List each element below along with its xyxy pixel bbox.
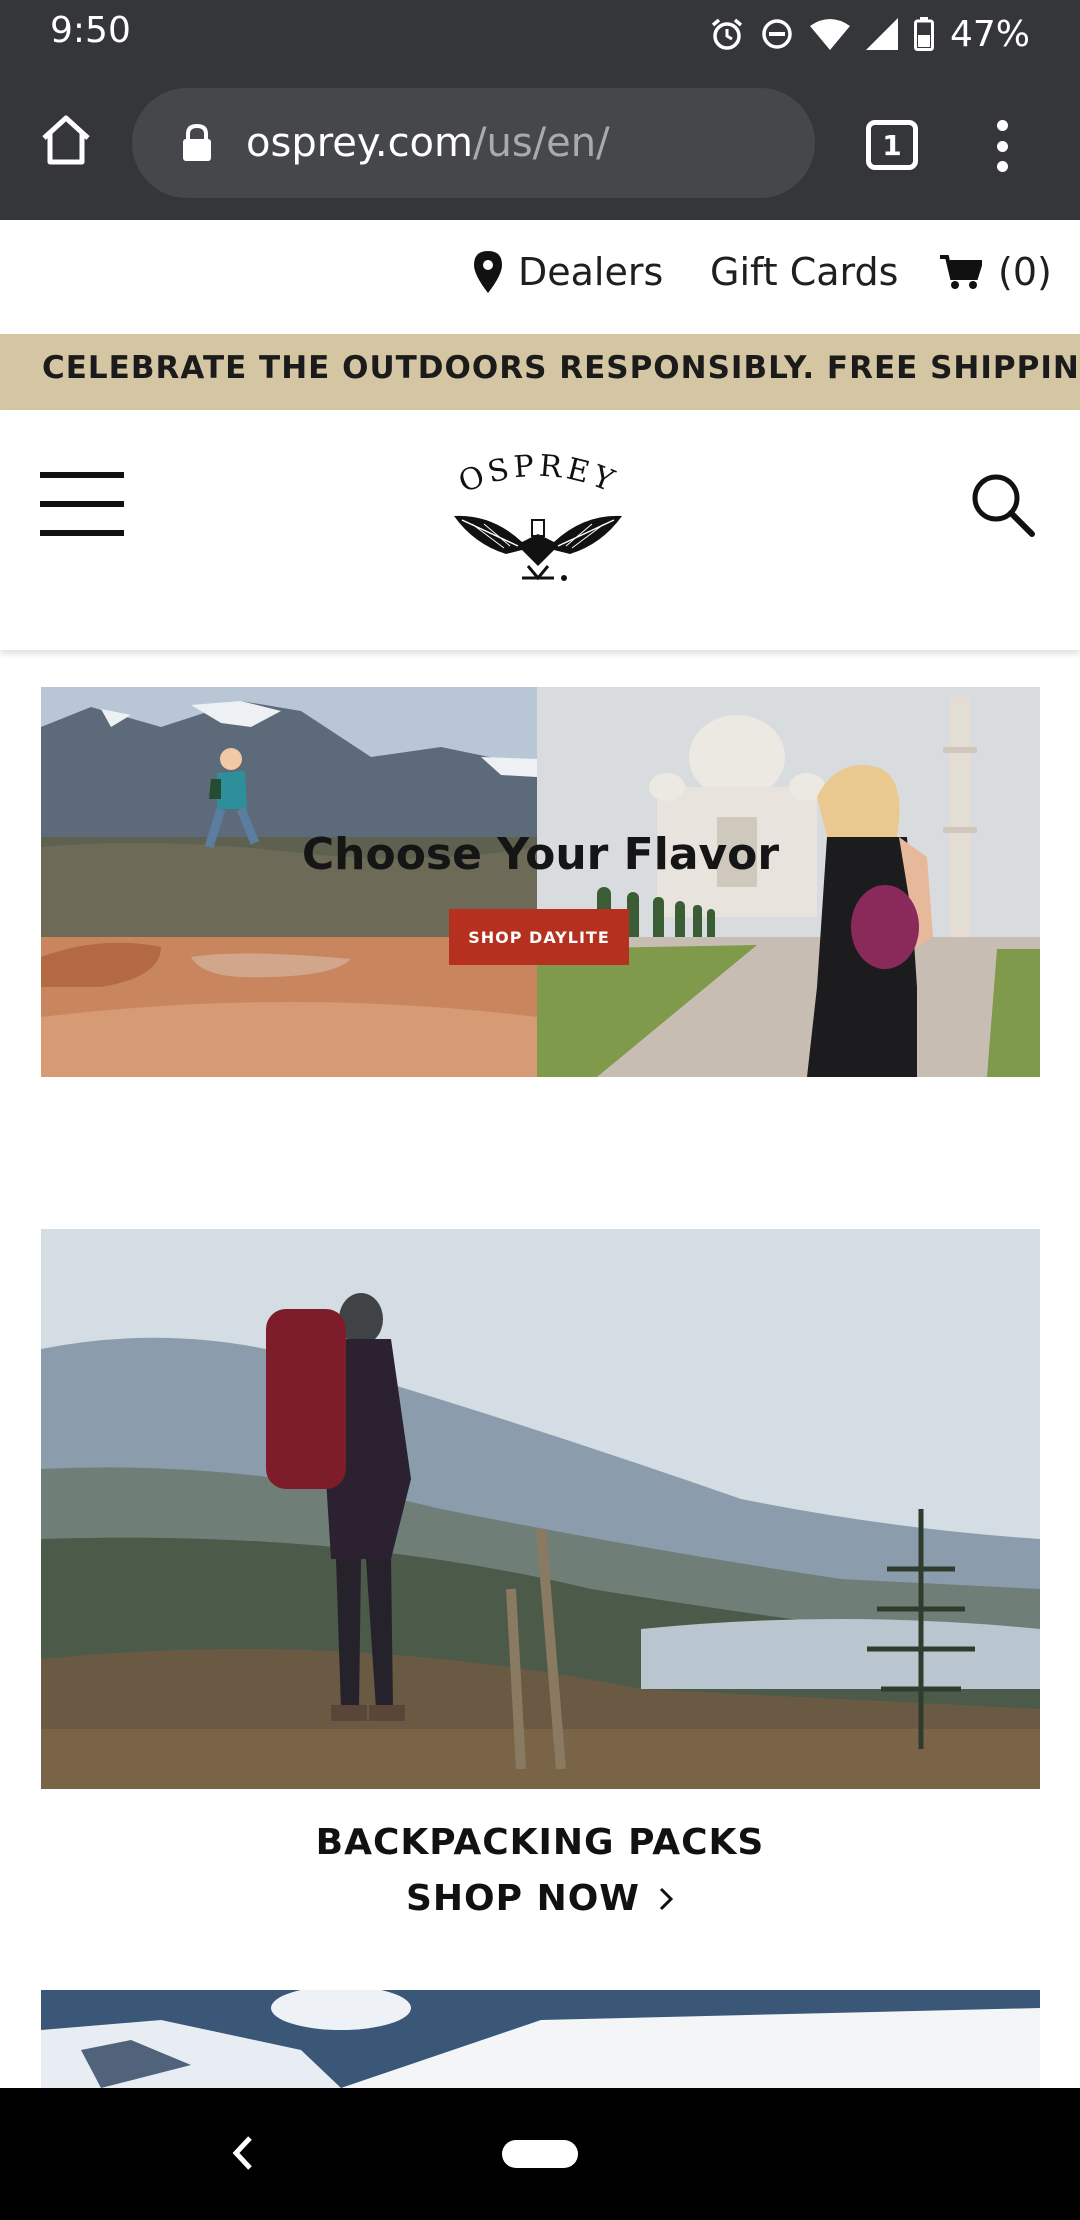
url-path: /us/en/ bbox=[473, 120, 610, 166]
shop-now-label: SHOP NOW bbox=[405, 1878, 641, 1919]
status-time: 9:50 bbox=[50, 10, 131, 51]
chevron-right-icon bbox=[659, 1887, 674, 1910]
utility-nav: Dealers Gift Cards (0) bbox=[0, 220, 1080, 334]
alarm-icon bbox=[711, 18, 743, 50]
tab-count: 1 bbox=[882, 128, 902, 162]
lock-icon bbox=[180, 123, 214, 163]
signal-icon bbox=[865, 18, 898, 50]
cart-icon bbox=[940, 255, 982, 289]
system-nav-bar bbox=[0, 2088, 1080, 2220]
home-button[interactable] bbox=[36, 110, 96, 170]
back-icon[interactable] bbox=[222, 2128, 262, 2178]
status-bar: 9:50 47% bbox=[0, 0, 1080, 68]
cart-count: (0) bbox=[998, 250, 1052, 294]
gift-cards-label: Gift Cards bbox=[710, 250, 899, 294]
url-bar[interactable]: osprey.com/us/en/ bbox=[132, 88, 815, 198]
tab-switcher-button[interactable]: 1 bbox=[866, 120, 918, 170]
snow-mountain-image[interactable] bbox=[41, 1990, 1040, 2088]
backpacking-packs-title[interactable]: BACKPACKING PACKS bbox=[0, 1822, 1080, 1863]
gift-cards-link[interactable]: Gift Cards bbox=[710, 250, 898, 294]
shop-now-link[interactable]: SHOP NOW bbox=[0, 1878, 1080, 1919]
hero-image-taj-mahal bbox=[537, 687, 1040, 1077]
backpacking-packs-image[interactable] bbox=[41, 1229, 1040, 1789]
wifi-icon bbox=[809, 19, 850, 50]
cart-link[interactable]: (0) bbox=[940, 250, 1052, 294]
svg-text:OSPREY: OSPREY bbox=[454, 454, 622, 500]
battery-percentage: 47% bbox=[949, 13, 1030, 55]
dealers-link[interactable]: Dealers bbox=[474, 250, 663, 294]
site-header: OSPREY bbox=[0, 410, 1080, 650]
battery-icon bbox=[913, 17, 934, 51]
do-not-disturb-icon bbox=[762, 19, 792, 49]
hero-banner[interactable]: Choose Your Flavor SHOP DAYLITE bbox=[41, 687, 1040, 1077]
shop-daylite-button[interactable]: SHOP DAYLITE bbox=[449, 909, 629, 965]
osprey-logo[interactable]: OSPREY bbox=[452, 449, 624, 584]
browser-toolbar: osprey.com/us/en/ 1 bbox=[0, 68, 1080, 220]
status-icons: 47% bbox=[710, 0, 1080, 68]
location-pin-icon bbox=[474, 251, 502, 293]
more-vert-icon[interactable] bbox=[984, 116, 1020, 176]
home-icon bbox=[42, 115, 90, 165]
dealers-label: Dealers bbox=[518, 250, 664, 294]
logo-text: OSPREY bbox=[454, 449, 618, 501]
home-pill-icon[interactable] bbox=[502, 2140, 578, 2168]
promo-text: CELEBRATE THE OUTDOORS RESPONSIBLY. FREE… bbox=[42, 350, 1080, 386]
url-host: osprey.com bbox=[246, 120, 473, 166]
promo-banner[interactable]: CELEBRATE THE OUTDOORS RESPONSIBLY. FREE… bbox=[0, 334, 1080, 410]
hero-title: Choose Your Flavor bbox=[301, 829, 780, 880]
hamburger-menu-icon[interactable] bbox=[40, 472, 124, 536]
search-icon[interactable] bbox=[970, 472, 1036, 538]
hero-image-mountain-jump bbox=[41, 687, 537, 1077]
